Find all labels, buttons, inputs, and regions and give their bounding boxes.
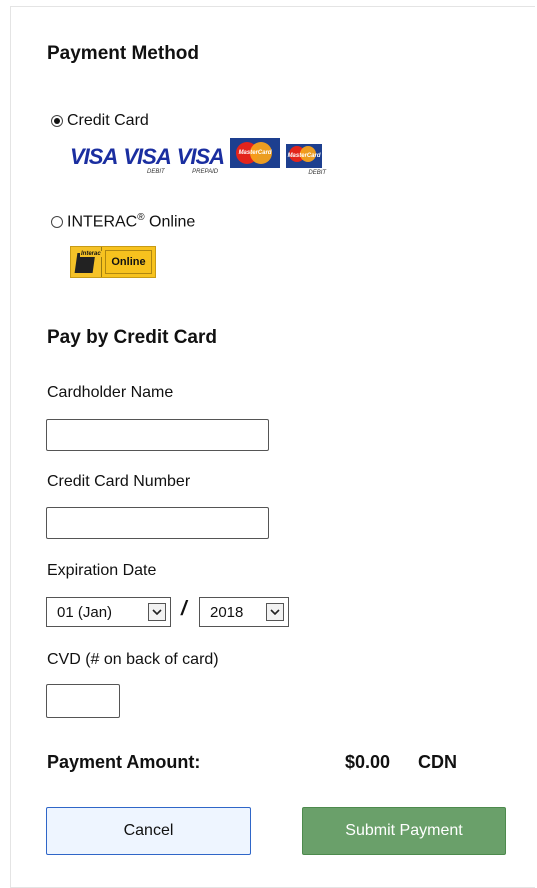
radio-selected-dot — [54, 118, 60, 124]
credit-card-label: Credit Card — [67, 112, 149, 129]
mastercard-logo: MasterCard — [230, 138, 281, 168]
credit-card-logos: VISA VISA DEBIT VISA PREPAID MasterCard Ma… — [70, 138, 328, 176]
interac-option[interactable]: INTERAC® Online — [51, 212, 195, 231]
visa-prepaid-logo: VISA PREPAID — [176, 144, 225, 176]
chevron-down-icon[interactable] — [266, 603, 284, 621]
payment-amount-label: Payment Amount: — [47, 752, 201, 772]
payment-method-heading: Payment Method — [47, 43, 200, 64]
credit-card-radio[interactable] — [51, 115, 63, 127]
cardholder-name-label: Cardholder Name — [47, 384, 174, 401]
card-number-label: Credit Card Number — [47, 473, 191, 490]
visa-logo: VISA — [70, 144, 118, 169]
interac-online-logo: Interac Online — [70, 246, 156, 278]
card-number-input[interactable] — [46, 507, 269, 539]
cancel-button[interactable]: Cancel — [46, 807, 251, 855]
mastercard-debit-logo: MasterCard DEBIT — [286, 144, 328, 176]
payment-currency: CDN — [418, 752, 457, 772]
expiration-month-select[interactable]: 01 (Jan) — [46, 597, 171, 627]
submit-payment-button[interactable]: Submit Payment — [302, 807, 506, 855]
cvd-label: CVD (# on back of card) — [47, 651, 219, 668]
month-value: 01 (Jan) — [57, 603, 113, 621]
visa-debit-logo: VISA DEBIT — [123, 144, 171, 176]
date-separator: / — [181, 598, 187, 620]
year-value: 2018 — [210, 603, 244, 621]
credit-card-option[interactable]: Credit Card — [51, 112, 149, 130]
credit-form-heading: Pay by Credit Card — [47, 327, 217, 348]
cvd-input[interactable] — [46, 684, 120, 718]
interac-radio[interactable] — [51, 215, 63, 228]
cardholder-name-input[interactable] — [46, 419, 269, 451]
expiration-date-label: Expiration Date — [47, 562, 157, 579]
interac-label: INTERAC® Online — [67, 212, 196, 231]
chevron-down-icon[interactable] — [148, 603, 166, 621]
expiration-year-select[interactable]: 2018 — [199, 597, 289, 627]
payment-amount-value: $0.00 — [345, 752, 391, 772]
